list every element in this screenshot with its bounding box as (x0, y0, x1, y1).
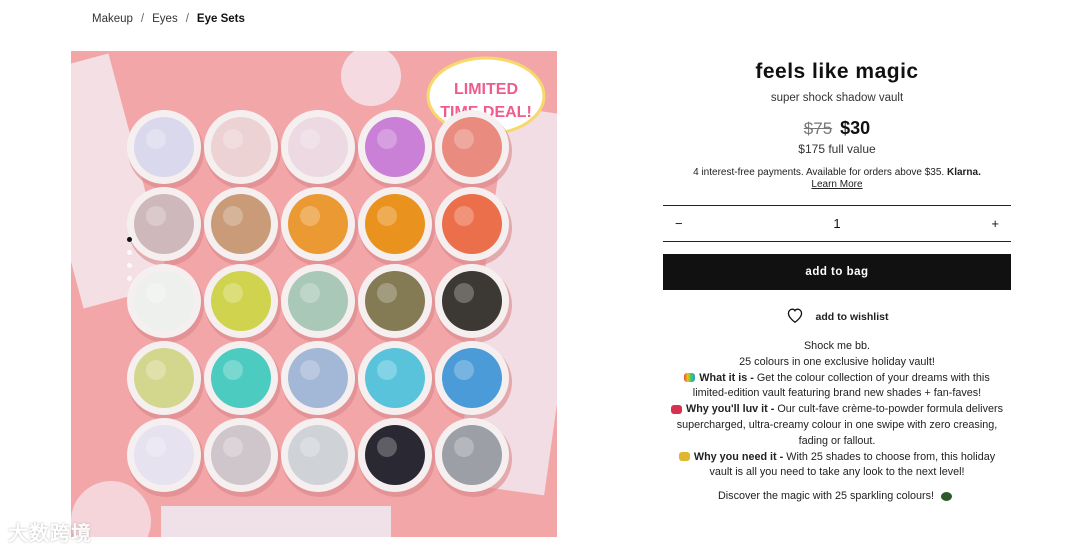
breadcrumb-separator: / (140, 13, 145, 25)
desc-why-luv: Why you'll luv it - Our cult-fave crème-… (663, 402, 1011, 449)
learn-more-link[interactable]: Learn More (663, 179, 1011, 190)
rainbow-icon (684, 373, 696, 383)
klarna-brand: Klarna. (946, 167, 981, 178)
carousel-dot[interactable] (127, 250, 132, 255)
klarna-info: 4 interest-free payments. Available for … (663, 167, 1011, 190)
need-label: Why you need it - (693, 450, 784, 463)
sale-price: $30 (840, 118, 871, 138)
desc-tagline: Shock me bb. (803, 340, 870, 352)
product-info: feels like magic super shock shadow vaul… (663, 60, 1011, 505)
badge-line-1: LIMITED (454, 81, 518, 98)
why-label: Why you'll luv it - (686, 403, 775, 416)
product-image[interactable]: LIMITED TIME DEAL! (71, 51, 557, 537)
breadcrumb-eyes[interactable]: Eyes (152, 13, 178, 25)
carousel-dot[interactable] (127, 263, 132, 268)
quantity-value[interactable]: 1 (833, 216, 840, 231)
carousel-dot[interactable] (127, 237, 132, 242)
palette-image: LIMITED TIME DEAL! (71, 51, 557, 537)
add-to-bag-button[interactable]: add to bag (663, 254, 1011, 290)
sparkle-icon (678, 452, 690, 462)
lips-icon (941, 491, 953, 501)
klarna-text: 4 interest-free payments. Available for … (693, 167, 945, 178)
watermark: 大数跨境 (8, 523, 92, 545)
desc-summary: 25 colours in one exclusive holiday vaul… (739, 355, 935, 368)
closing-text: Discover the magic with 25 sparkling col… (717, 490, 935, 503)
full-value: $175 full value (798, 142, 876, 156)
desc-why-need: Why you need it - With 25 shades to choo… (663, 450, 1011, 482)
quantity-minus-button[interactable]: − (675, 216, 683, 231)
quantity-stepper: − 1 + (663, 205, 1011, 242)
what-label: What it is - (699, 371, 754, 384)
quantity-plus-button[interactable]: + (991, 216, 999, 231)
heart-icon (786, 307, 804, 326)
breadcrumb-makeup[interactable]: Makeup (92, 13, 133, 25)
product-title: feels like magic (755, 60, 919, 83)
carousel-dot[interactable] (127, 276, 132, 281)
product-subtitle: super shock shadow vault (770, 92, 904, 104)
heart-emoji-icon (671, 404, 683, 414)
wishlist-label: add to wishlist (815, 310, 889, 323)
product-description: Shock me bb. 25 colours in one exclusive… (663, 339, 1011, 505)
old-price: $75 (803, 119, 833, 138)
desc-what-it-is: What it is - Get the colour collection o… (663, 371, 1011, 403)
desc-closing: Discover the magic with 25 sparkling col… (663, 489, 1011, 505)
add-to-wishlist-button[interactable]: add to wishlist (663, 307, 1011, 326)
carousel-dots (127, 237, 132, 281)
breadcrumb: Makeup / Eyes / Eye Sets (92, 13, 245, 25)
breadcrumb-eye-sets: Eye Sets (196, 13, 245, 25)
breadcrumb-separator: / (185, 13, 189, 25)
price-row: $75 $30 (663, 118, 1011, 139)
